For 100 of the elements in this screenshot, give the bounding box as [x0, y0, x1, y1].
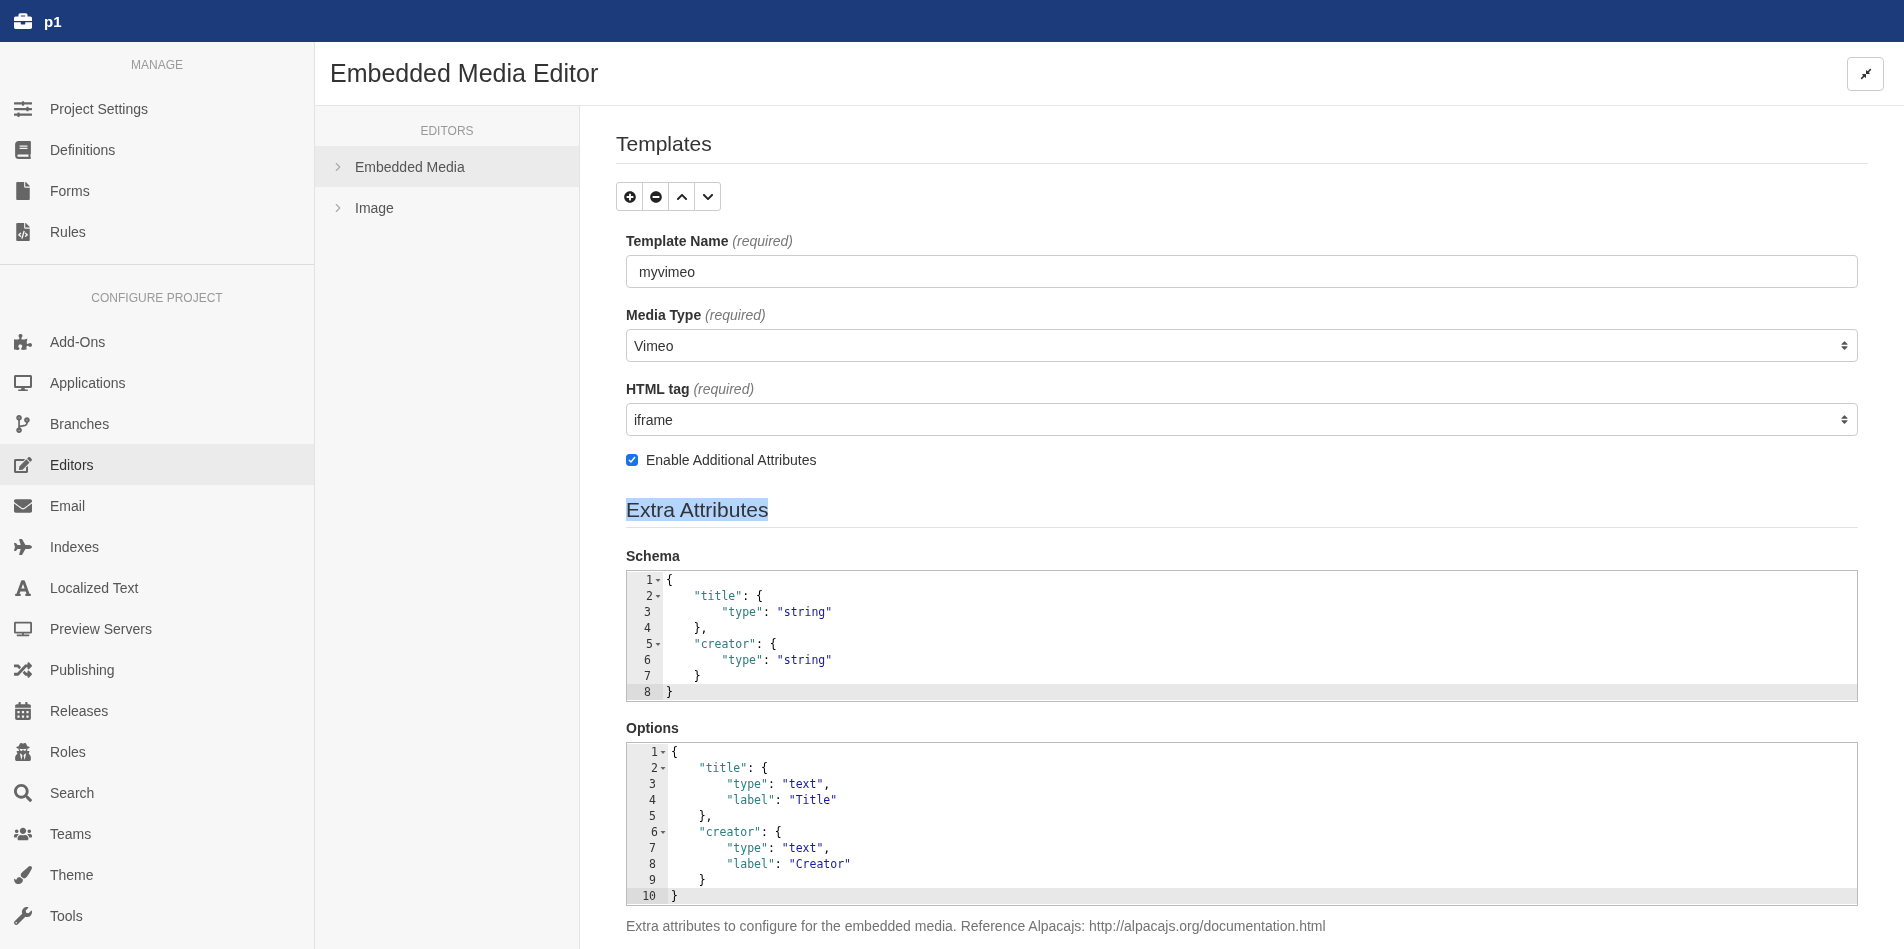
- field-label: Schema: [626, 548, 681, 564]
- checkbox-label[interactable]: Enable Additional Attributes: [626, 452, 1858, 468]
- line-number: 5: [646, 636, 653, 652]
- spy-icon: [12, 742, 34, 761]
- sidebar-item[interactable]: Editors: [0, 444, 314, 485]
- section-title: Templates: [616, 132, 1868, 164]
- select-field[interactable]: iframe: [626, 403, 1858, 436]
- line-number: 3: [644, 604, 651, 620]
- editor-item[interactable]: Image: [315, 187, 579, 228]
- sidebar-item[interactable]: Definitions: [0, 129, 314, 170]
- compress-icon: [1859, 67, 1872, 80]
- sidebar-item[interactable]: Applications: [0, 362, 314, 403]
- add-button[interactable]: [616, 182, 643, 211]
- letter-icon: [12, 578, 34, 597]
- envelope-icon: [12, 496, 34, 515]
- section-heading: CONFIGURE PROJECT: [90, 290, 224, 307]
- sidebar-item[interactable]: Rules: [0, 211, 314, 252]
- move-down-button[interactable]: [694, 182, 721, 211]
- code-line: "label": "Creator": [725, 856, 852, 872]
- checkbox[interactable]: [626, 454, 638, 466]
- sidebar-item[interactable]: Search: [0, 772, 314, 813]
- search-icon: [12, 783, 34, 802]
- sidebar-item[interactable]: Theme: [0, 854, 314, 895]
- field-label: Template Name (required): [626, 233, 795, 249]
- project-name[interactable]: p1: [44, 12, 62, 30]
- sidebar-item[interactable]: Branches: [0, 403, 314, 444]
- code-line: }: [670, 888, 678, 904]
- briefcase-icon: [14, 12, 32, 30]
- wrench-icon: [12, 906, 34, 925]
- section-heading: EDITORS: [419, 123, 475, 140]
- page-title: Embedded Media Editor: [330, 59, 599, 88]
- sidebar-item[interactable]: Teams: [0, 813, 314, 854]
- line-number: 1: [651, 744, 658, 760]
- code-line: "type": "string": [720, 652, 833, 668]
- sliders-icon: [12, 99, 34, 118]
- sort-caret-icon: [1839, 414, 1850, 425]
- shuffle-icon: [12, 660, 34, 679]
- code-line: {: [665, 572, 673, 588]
- remove-button[interactable]: [642, 182, 669, 211]
- code-line: "title": {: [692, 588, 763, 604]
- field-label: Media Type (required): [626, 307, 767, 323]
- book-icon: [12, 140, 34, 159]
- add-icon: [623, 190, 636, 203]
- code-line: },: [697, 808, 713, 824]
- sidebar-item[interactable]: Roles: [0, 731, 314, 772]
- line-number: 1: [646, 572, 653, 588]
- code-line: "title": {: [697, 760, 768, 776]
- code-line: },: [692, 620, 708, 636]
- move-up-button[interactable]: [668, 182, 695, 211]
- field-label: Options: [626, 720, 680, 736]
- line-number: 6: [644, 652, 651, 668]
- line-number: 8: [644, 684, 651, 700]
- sidebar-item[interactable]: Tools: [0, 895, 314, 936]
- edit-icon: [12, 455, 34, 474]
- code-line: "creator": {: [697, 824, 782, 840]
- puzzle-icon: [12, 332, 34, 351]
- sidebar-item[interactable]: Publishing: [0, 649, 314, 690]
- collapse-button[interactable]: [1847, 56, 1884, 91]
- sidebar-item[interactable]: Localized Text: [0, 567, 314, 608]
- code-line: {: [670, 744, 678, 760]
- line-number: 4: [644, 620, 651, 636]
- field-label: HTML tag (required): [626, 381, 756, 397]
- sidebar-item[interactable]: Releases: [0, 690, 314, 731]
- sidebar-item[interactable]: Project Settings: [0, 88, 314, 129]
- code-line: "creator": {: [692, 636, 777, 652]
- line-number: 3: [649, 776, 656, 792]
- monitor-icon: [12, 619, 34, 638]
- editor-item[interactable]: Embedded Media: [315, 146, 579, 187]
- code-line: }: [665, 684, 673, 700]
- sidebar-item[interactable]: Indexes: [0, 526, 314, 567]
- line-number: 2: [646, 588, 653, 604]
- code-line: }: [697, 872, 706, 888]
- code-line: "label": "Title": [725, 792, 838, 808]
- code-line: }: [692, 668, 701, 684]
- section-title: Extra Attributes: [626, 498, 769, 521]
- sidebar-item[interactable]: Forms: [0, 170, 314, 211]
- line-number: 4: [649, 792, 656, 808]
- code-editor[interactable]: 1 { 2 "title": { 3 "type": "text", 4 "label": "Title" 5 }, 6 "creator": { 7 "type": "text", 8 "label": "Creator" 9 } 10 }: [626, 742, 1858, 906]
- code-line: "type": "string": [720, 604, 833, 620]
- sidebar-item[interactable]: Email: [0, 485, 314, 526]
- line-number: 9: [649, 872, 656, 888]
- line-number: 5: [649, 808, 656, 824]
- section-heading: MANAGE: [130, 57, 184, 74]
- line-number: 10: [642, 888, 656, 904]
- sort-caret-icon: [1839, 340, 1850, 351]
- sidebar-item[interactable]: Add-Ons: [0, 321, 314, 362]
- remove-icon: [649, 190, 662, 203]
- input-field[interactable]: myvimeo: [626, 255, 1858, 288]
- line-number: 2: [651, 760, 658, 776]
- sidebar-item[interactable]: Preview Servers: [0, 608, 314, 649]
- select-field[interactable]: Vimeo: [626, 329, 1858, 362]
- line-number: 7: [649, 840, 656, 856]
- line-number: 6: [651, 824, 658, 840]
- code-line: "type": "text",: [725, 840, 831, 856]
- calendar-icon: [12, 701, 34, 720]
- monitor-icon: [12, 373, 34, 392]
- code-editor[interactable]: 1 { 2 "title": { 3 "type": "string" 4 }, 5 "creator": { 6 "type": "string" 7 } 8 }: [626, 570, 1858, 702]
- help-text: Extra attributes to configure for the embedded media. Reference Alpacajs: http://alpacajs.org/documentation.html: [626, 918, 1327, 934]
- line-number: 7: [644, 668, 651, 684]
- line-number: 8: [649, 856, 656, 872]
